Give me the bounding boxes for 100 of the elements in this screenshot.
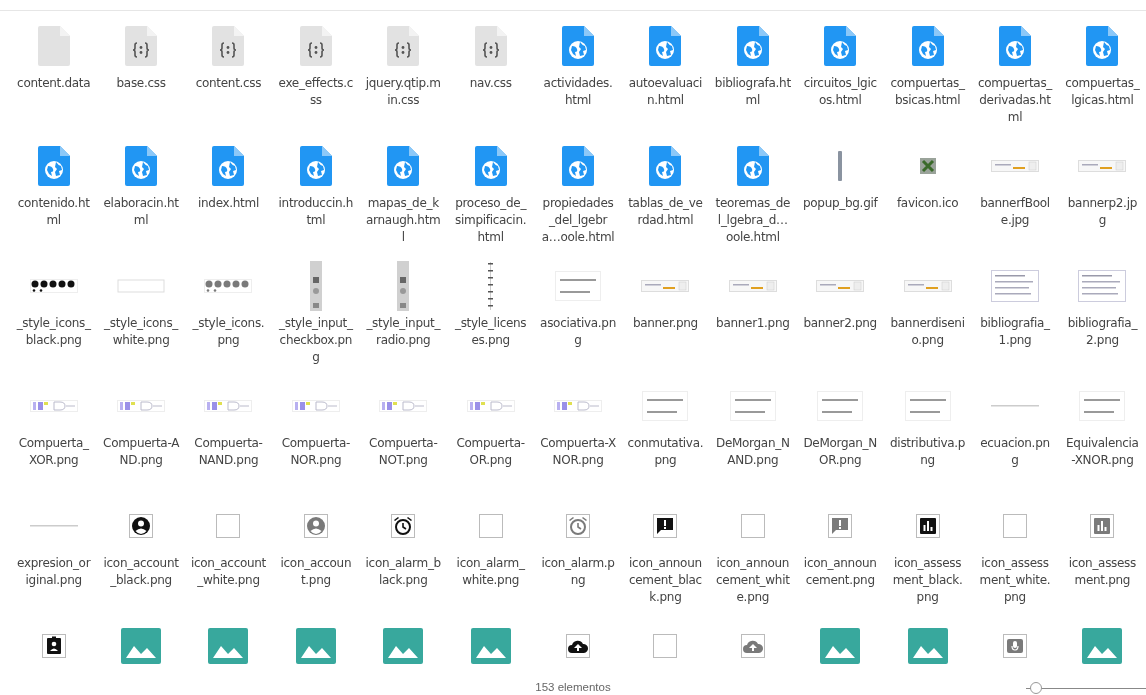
file-name: Equivalencia-XNOR.png: [1065, 435, 1140, 469]
file-name: icon_alarm.png: [540, 555, 616, 589]
file-name: banner2.png: [802, 315, 878, 332]
file-name: icon_account_black.png: [103, 555, 180, 589]
file-name: favicon.ico: [895, 195, 960, 212]
file-name: Compuerta-OR.png: [455, 435, 526, 469]
file-name: icon_alarm_black.png: [365, 555, 442, 589]
file-name: bannerp2.jpg: [1066, 195, 1138, 229]
blank-icon[interactable]: [478, 514, 503, 538]
blank-icon[interactable]: [1003, 514, 1027, 538]
image-file-icon[interactable]: [121, 628, 162, 664]
image-file-icon[interactable]: [383, 628, 424, 664]
file-name: asociativa.png: [540, 315, 617, 349]
web-file-icon[interactable]: [212, 146, 245, 186]
code-file-icon[interactable]: [474, 26, 507, 66]
file-name: _style_input_radio.png: [365, 315, 442, 349]
file-name: actividades.html: [542, 75, 614, 109]
web-file-icon[interactable]: [649, 146, 682, 186]
code-file-icon[interactable]: [212, 26, 245, 66]
file-name: DeMorgan_NAND.png: [715, 435, 791, 469]
file-name: contenido.html: [16, 195, 91, 229]
slider-thumb[interactable]: [1030, 682, 1043, 694]
image-file-icon[interactable]: [1082, 628, 1123, 664]
file-name: compuertas_lgicas.html: [1064, 75, 1141, 109]
file-name: _style_icons_black.png: [15, 315, 92, 349]
file-name: _style_input_checkbox.png: [278, 315, 354, 366]
file-name: autoevaluacin.html: [627, 75, 704, 109]
image-file-icon[interactable]: [208, 628, 249, 664]
alarm-clock-icon[interactable]: [391, 514, 416, 538]
file-name: compuertas_bsicas.html: [889, 75, 966, 109]
web-file-icon[interactable]: [387, 146, 420, 186]
file-name: distributiva.png: [889, 435, 966, 469]
file-name: Compuerta-NAND.png: [193, 435, 264, 469]
file-name: icon_assessment.png: [1067, 555, 1138, 589]
file-name: icon_assessment_white.png: [978, 555, 1052, 606]
file-name: bibliografia_1.png: [979, 315, 1051, 349]
file-name: bannerdisenio.png: [889, 315, 966, 349]
web-file-icon[interactable]: [562, 146, 595, 186]
file-name: ecuacion.png: [979, 435, 1051, 469]
file-name: index.html: [196, 195, 260, 212]
web-file-icon[interactable]: [736, 146, 769, 186]
item-count: 153 elementos: [535, 681, 611, 693]
file-name: mapas_de_karnaugh.html: [365, 195, 442, 246]
file-name: bibliografia_2.png: [1066, 315, 1139, 349]
file-name: exe_effects.css: [277, 75, 354, 109]
file-name: Compuerta-XNOR.png: [540, 435, 617, 469]
file-name: icon_account.png: [279, 555, 353, 589]
badge-icon[interactable]: [41, 634, 66, 658]
alert-message-icon[interactable]: [653, 514, 678, 538]
file-name: _style_icons.png: [191, 315, 266, 349]
file-name: circuitos_lgicos.html: [802, 75, 878, 109]
file-name: compuertas_derivadas.html: [977, 75, 1053, 126]
web-file-icon[interactable]: [824, 26, 857, 66]
file-name: tablas_de_verdad.html: [627, 195, 704, 229]
microphone-icon[interactable]: [1003, 634, 1027, 658]
account-icon[interactable]: [129, 514, 154, 538]
image-file-icon[interactable]: [470, 628, 511, 664]
cloud-upload-icon[interactable]: [566, 634, 591, 658]
zoom-slider[interactable]: [1026, 682, 1146, 695]
code-file-icon[interactable]: [299, 26, 332, 66]
web-file-icon[interactable]: [125, 146, 158, 186]
file-name: conmutativa.png: [627, 435, 704, 469]
image-file-icon[interactable]: [820, 628, 861, 664]
web-file-icon[interactable]: [736, 26, 769, 66]
file-name: icon_announcement.png: [802, 555, 878, 589]
file-name: banner1.png: [715, 315, 791, 332]
web-file-icon[interactable]: [911, 26, 944, 66]
file-name: elaboracin.html: [103, 195, 180, 229]
file-name: introduccin.html: [277, 195, 354, 229]
image-file-icon[interactable]: [295, 628, 336, 664]
file-name: proceso_de_simpificacin.html: [454, 195, 528, 246]
web-file-icon[interactable]: [649, 26, 682, 66]
file-name: banner.png: [631, 315, 699, 332]
web-file-icon[interactable]: [474, 146, 507, 186]
file-name: teoremas_del_lgebra_d…oole.html: [714, 195, 791, 246]
file-name: _style_licenses.png: [453, 315, 528, 349]
file-name: base.css: [115, 75, 167, 92]
file-name: _style_icons_white.png: [103, 315, 180, 349]
file-name: bibliografa.html: [714, 75, 791, 109]
blank-icon[interactable]: [653, 634, 678, 658]
code-file-icon[interactable]: [387, 26, 420, 66]
file-name: icon_announcement_white.png: [715, 555, 791, 606]
web-file-icon[interactable]: [37, 146, 70, 186]
file-name: content.data: [16, 75, 92, 92]
file-name: expresion_original.png: [16, 555, 92, 589]
bar-chart-icon[interactable]: [915, 514, 940, 538]
file-name: Compuerta-NOT.png: [368, 435, 439, 469]
file-name: bannerfBoole.jpg: [979, 195, 1051, 229]
blank-icon[interactable]: [216, 514, 241, 538]
file-name: nav.css: [468, 75, 513, 92]
file-name: DeMorgan_NOR.png: [802, 435, 878, 469]
web-file-icon[interactable]: [299, 146, 332, 186]
web-file-icon[interactable]: [1086, 26, 1119, 66]
web-file-icon[interactable]: [999, 26, 1031, 66]
image-file-icon[interactable]: [907, 628, 948, 664]
file-name: propiedades_del_lgebra…oole.html: [540, 195, 616, 246]
code-file-icon[interactable]: [125, 26, 158, 66]
web-file-icon[interactable]: [562, 26, 595, 66]
file-name: content.css: [194, 75, 263, 92]
blank-icon[interactable]: [740, 514, 765, 538]
